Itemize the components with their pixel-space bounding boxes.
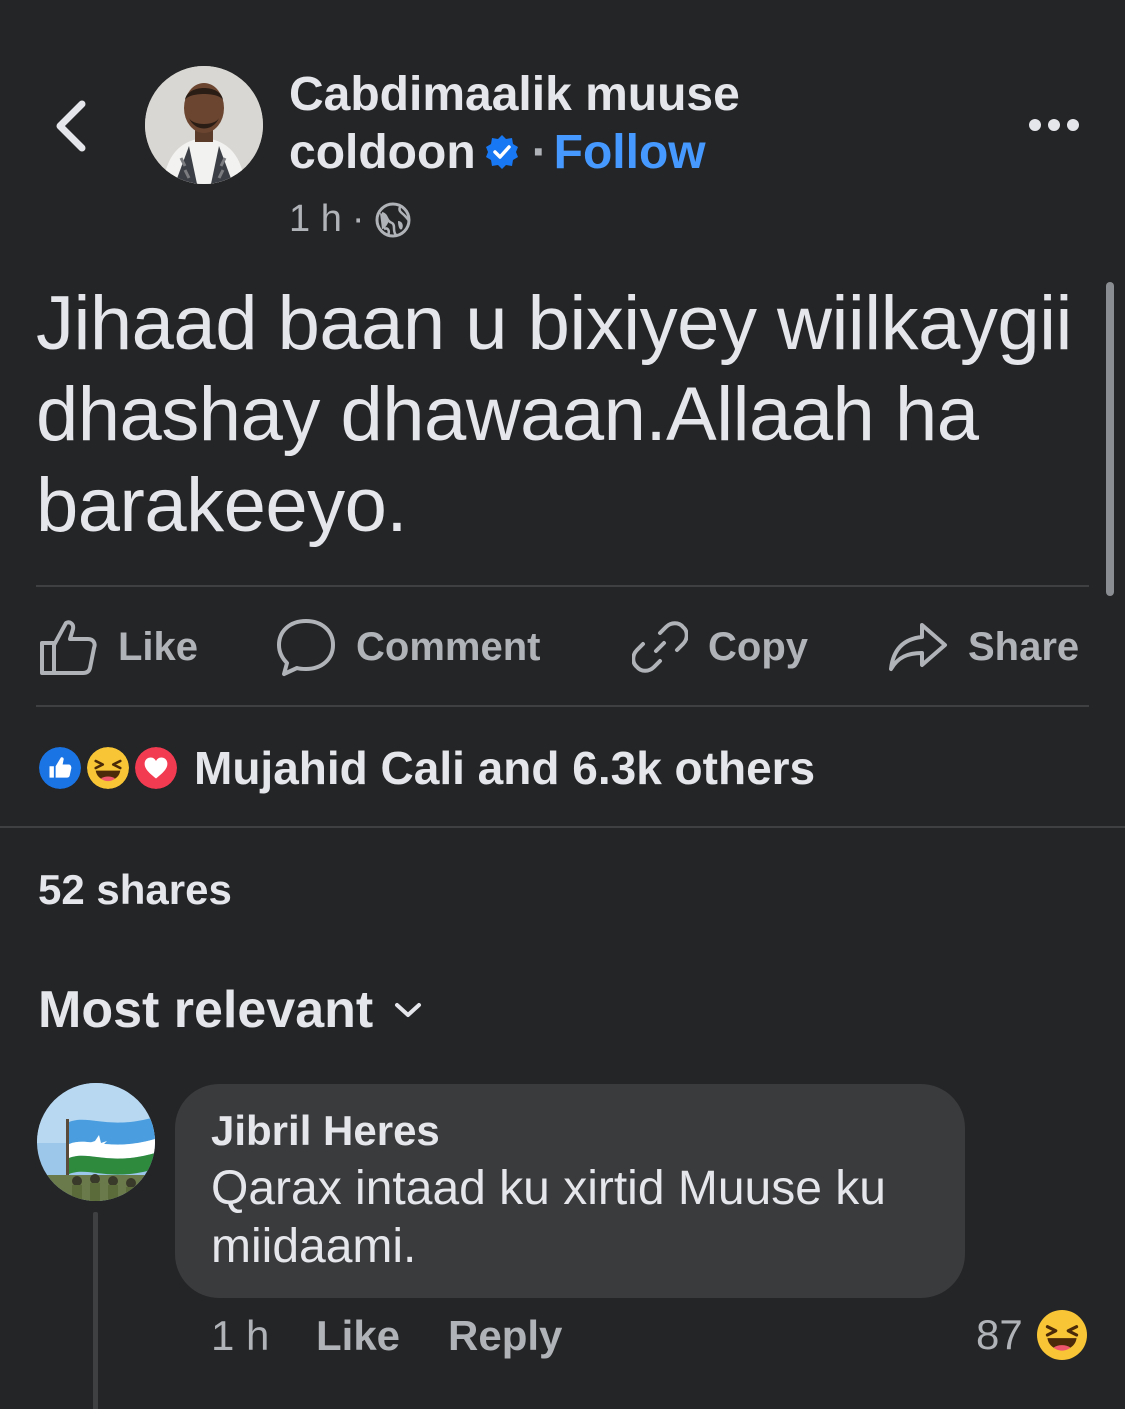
like-button[interactable]: Like [38, 612, 198, 682]
author-name[interactable]: Cabdimaalik muuse coldoon · Follow [289, 66, 909, 182]
share-label: Share [968, 624, 1080, 669]
comment-text: Qarax intaad ku xirtid Muuse ku miidaami… [211, 1162, 886, 1273]
link-icon [632, 621, 688, 673]
comment-label: Comment [356, 624, 541, 669]
share-button[interactable]: Share [888, 612, 1079, 682]
globe-icon [375, 202, 411, 237]
share-arrow-icon [889, 623, 947, 671]
copy-label: Copy [708, 624, 808, 669]
comment-bubble[interactable]: Jibril Heres Qarax intaad ku xirtid Muus… [175, 1084, 965, 1298]
reactions-summary-text: Mujahid Cali and 6.3k others [194, 742, 816, 794]
post-time[interactable]: 1 h [289, 198, 342, 241]
separator-dot: · [351, 198, 365, 240]
post-text: Jihaad baan u bixiyey wiilkaygii dhashay… [36, 278, 1096, 551]
author-name-line1: Cabdimaalik muuse [289, 68, 740, 121]
haha-reaction-icon [1036, 1310, 1087, 1360]
separator-dot: · [531, 126, 548, 179]
comment-sort-dropdown[interactable]: Most relevant [38, 980, 423, 1040]
love-reaction-icon [132, 744, 180, 792]
reactions-summary[interactable]: Mujahid Cali and 6.3k others [36, 740, 815, 796]
post-text-line: dhashay dhawaan.Allaah ha [36, 372, 979, 457]
like-label: Like [118, 624, 199, 669]
comment-author[interactable]: Jibril Heres [211, 1106, 929, 1156]
author-avatar-image [145, 66, 263, 184]
comment-time[interactable]: 1 h [211, 1312, 269, 1360]
divider [36, 705, 1089, 707]
follow-button[interactable]: Follow [554, 126, 706, 179]
shares-count[interactable]: 52 shares [38, 866, 232, 914]
back-button[interactable] [48, 98, 96, 154]
more-options-button[interactable] [1028, 112, 1080, 138]
comment-bubble-icon [277, 619, 335, 676]
comment-reply-button[interactable]: Reply [448, 1312, 562, 1360]
author-name-line2: coldoon [289, 126, 476, 179]
comment-reactions[interactable]: 87 [976, 1310, 1087, 1360]
comment-button[interactable]: Comment [276, 612, 540, 682]
post-meta: 1 h · [289, 198, 412, 241]
post-detail-screen: Cabdimaalik muuse coldoon · Follow 1 h · … [0, 0, 1125, 1409]
divider [0, 826, 1125, 828]
divider [36, 585, 1089, 587]
comment-reaction-count: 87 [976, 1311, 1023, 1358]
copy-link-button[interactable]: Copy [632, 612, 808, 682]
chevron-down-icon [395, 1003, 422, 1017]
haha-reaction-icon [84, 744, 132, 792]
thumbs-up-icon [40, 620, 97, 675]
post-text-line: barakeeyo. [36, 463, 408, 548]
author-avatar[interactable] [145, 66, 263, 184]
chevron-left-icon [56, 100, 86, 152]
scrollbar[interactable] [1106, 282, 1114, 596]
comment-like-button[interactable]: Like [316, 1312, 400, 1360]
sort-label: Most relevant [38, 981, 374, 1039]
more-dots-icon [1029, 119, 1079, 131]
reply-thread-line [93, 1212, 98, 1409]
commenter-avatar[interactable] [37, 1083, 155, 1201]
like-reaction-icon [36, 744, 84, 792]
reaction-icons [36, 742, 182, 794]
post-text-line: Jihaad baan u bixiyey wiilkaygii [36, 281, 1072, 366]
commenter-avatar-image [37, 1083, 155, 1201]
verified-badge-icon [485, 135, 518, 170]
